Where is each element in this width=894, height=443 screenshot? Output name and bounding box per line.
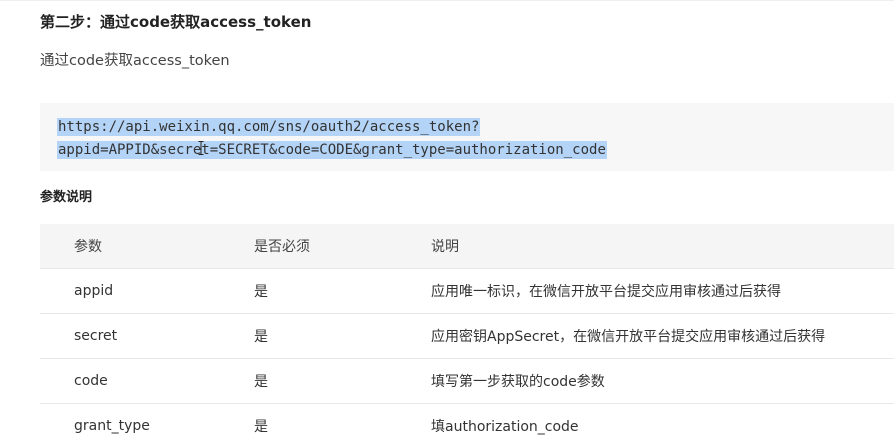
table-row: grant_type 是 填authorization_code <box>40 403 894 443</box>
table-header-row: 参数 是否必须 说明 <box>40 224 894 269</box>
column-header-description: 说明 <box>431 224 894 269</box>
param-name: appid <box>40 268 254 314</box>
param-required: 是 <box>254 313 431 359</box>
param-required: 是 <box>254 403 431 443</box>
param-required: 是 <box>254 268 431 314</box>
table-row: appid 是 应用唯一标识，在微信开放平台提交应用审核通过后获得 <box>40 268 894 314</box>
document-page: 第二步：通过code获取access_token 通过code获取access_… <box>0 0 894 443</box>
step-description: 通过code获取access_token <box>40 53 230 69</box>
param-description: 填写第一步获取的code参数 <box>431 358 894 404</box>
param-description: 应用唯一标识，在微信开放平台提交应用审核通过后获得 <box>431 268 894 314</box>
request-code-block[interactable]: https://api.weixin.qq.com/sns/oauth2/acc… <box>40 103 894 171</box>
request-url-line-2[interactable]: appid=APPID&secret=SECRET&code=CODE&gran… <box>57 140 607 160</box>
selected-text[interactable]: appid=APPID&secret=SECRET&code=CODE&gran… <box>57 141 607 159</box>
param-name: grant_type <box>40 403 254 443</box>
params-table: 参数 是否必须 说明 appid 是 应用唯一标识，在微信开放平台提交应用审核通… <box>40 224 894 443</box>
param-name: code <box>40 358 254 404</box>
top-divider <box>0 0 894 1</box>
step-title: 第二步：通过code获取access_token <box>40 13 312 31</box>
param-description: 应用密钥AppSecret，在微信开放平台提交应用审核通过后获得 <box>431 313 894 359</box>
request-url-line-1[interactable]: https://api.weixin.qq.com/sns/oauth2/acc… <box>57 117 481 137</box>
param-required: 是 <box>254 358 431 404</box>
table-row: secret 是 应用密钥AppSecret，在微信开放平台提交应用审核通过后获… <box>40 313 894 359</box>
column-header-param: 参数 <box>40 224 254 269</box>
table-row: code 是 填写第一步获取的code参数 <box>40 358 894 404</box>
param-description: 填authorization_code <box>431 403 894 443</box>
params-heading: 参数说明 <box>40 190 93 205</box>
text-cursor-icon <box>198 141 204 155</box>
selected-text[interactable]: https://api.weixin.qq.com/sns/oauth2/acc… <box>57 118 481 136</box>
param-name: secret <box>40 313 254 359</box>
column-header-required: 是否必须 <box>254 224 431 269</box>
